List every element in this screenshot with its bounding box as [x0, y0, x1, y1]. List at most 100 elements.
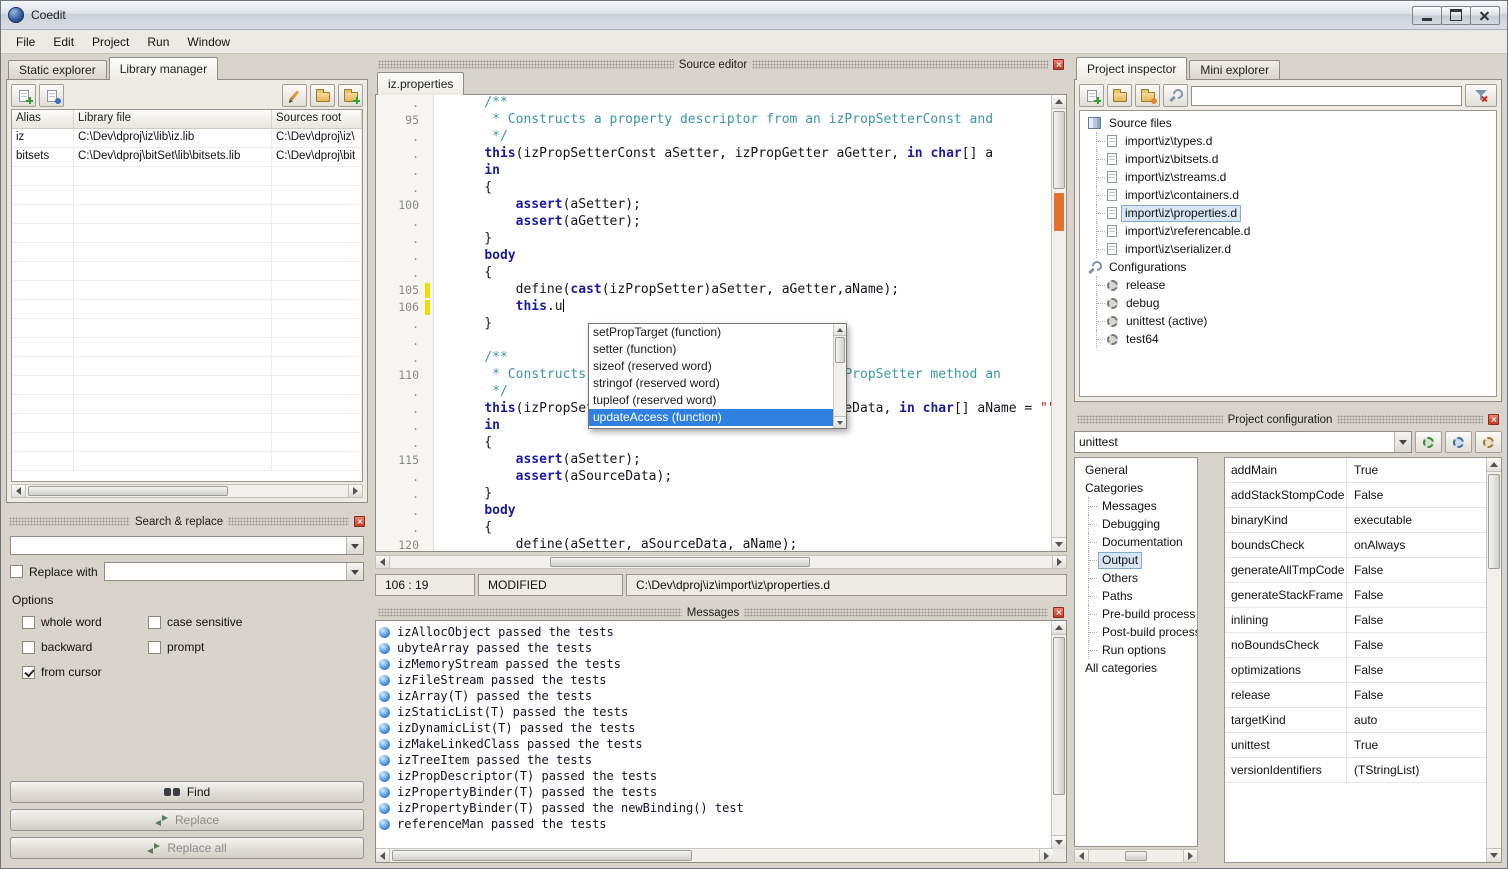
- property-row-optimizations[interactable]: optimizationsFalse: [1225, 658, 1486, 683]
- tab-mini-explorer[interactable]: Mini explorer: [1189, 60, 1280, 79]
- tree-configuration-unittest-active[interactable]: unittest (active): [1096, 312, 1496, 330]
- clear-filter-button[interactable]: [1465, 84, 1497, 107]
- tab-static-explorer[interactable]: Static explorer: [8, 60, 107, 79]
- tree-file-import-iz-containers-d[interactable]: import\iz\containers.d: [1096, 186, 1496, 204]
- tree-configuration-test64[interactable]: test64: [1096, 330, 1496, 348]
- property-row-targetkind[interactable]: targetKindauto: [1225, 708, 1486, 733]
- library-row[interactable]: izC:\Dev\dproj\iz\lib\iz.libC:\Dev\dproj…: [12, 129, 362, 148]
- property-row-unittest[interactable]: unittestTrue: [1225, 733, 1486, 758]
- messages-horizontal-scrollbar[interactable]: [376, 848, 1053, 862]
- add-library-button[interactable]: [11, 84, 36, 107]
- menu-project[interactable]: Project: [83, 32, 138, 52]
- menu-file[interactable]: File: [7, 32, 44, 52]
- search-term-combobox[interactable]: [10, 536, 364, 555]
- message-row[interactable]: izMakeLinkedClass passed the tests: [379, 736, 1050, 752]
- close-panel-icon[interactable]: [1053, 607, 1064, 618]
- replace-input[interactable]: [105, 563, 346, 580]
- option-case-sensitive[interactable]: case sensitive: [148, 615, 364, 629]
- message-row[interactable]: izStaticList(T) passed the tests: [379, 704, 1050, 720]
- property-row-boundscheck[interactable]: boundsCheckonAlways: [1225, 533, 1486, 558]
- message-row[interactable]: referenceMan passed the tests: [379, 816, 1050, 832]
- category-output[interactable]: Output: [1088, 551, 1197, 569]
- property-row-release[interactable]: releaseFalse: [1225, 683, 1486, 708]
- maximize-button[interactable]: [1441, 6, 1471, 25]
- add-file-button[interactable]: [1079, 84, 1104, 107]
- library-row[interactable]: bitsetsC:\Dev\dproj\bitSet\lib\bitsets.l…: [12, 148, 362, 167]
- tree-file-import-iz-serializer-d[interactable]: import\iz\serializer.d: [1096, 240, 1496, 258]
- message-row[interactable]: izFileStream passed the tests: [379, 672, 1050, 688]
- tree-file-import-iz-properties-d[interactable]: import\iz\properties.d: [1096, 204, 1496, 222]
- completion-scrollbar[interactable]: [833, 324, 846, 428]
- category-pre-build-process[interactable]: Pre-build process: [1088, 605, 1197, 623]
- column-header-alias[interactable]: Alias: [12, 110, 74, 128]
- category-post-build-process[interactable]: Post-build process: [1088, 623, 1197, 641]
- category-paths[interactable]: Paths: [1088, 587, 1197, 605]
- property-row-generatealltmpcode[interactable]: generateAllTmpCodeFalse: [1225, 558, 1486, 583]
- property-row-inlining[interactable]: inliningFalse: [1225, 608, 1486, 633]
- code-editor[interactable]: .95....100....105106...110....115....120…: [375, 94, 1067, 552]
- completion-item[interactable]: sizeof (reserved word): [589, 358, 833, 375]
- open-library-file-button[interactable]: [310, 84, 335, 107]
- completion-item[interactable]: setPropTarget (function): [589, 324, 833, 341]
- column-header-library-file[interactable]: Library file: [74, 110, 272, 128]
- find-button[interactable]: Find: [10, 781, 364, 803]
- tab-iz-properties[interactable]: iz.properties: [377, 72, 464, 94]
- tree-file-import-iz-bitsets-d[interactable]: import\iz\bitsets.d: [1096, 150, 1496, 168]
- tree-file-import-iz-types-d[interactable]: import\iz\types.d: [1096, 132, 1496, 150]
- option-prompt[interactable]: prompt: [148, 640, 364, 654]
- inspector-filter-input[interactable]: [1191, 86, 1462, 106]
- tree-node-configurations[interactable]: Configurations: [1084, 258, 1496, 276]
- tree-node-source-files[interactable]: Source files: [1084, 114, 1496, 132]
- message-row[interactable]: izDynamicList(T) passed the tests: [379, 720, 1050, 736]
- close-panel-icon[interactable]: [1488, 414, 1499, 425]
- open-folder-button[interactable]: [1107, 84, 1132, 107]
- message-row[interactable]: izMemoryStream passed the tests: [379, 656, 1050, 672]
- message-row[interactable]: izPropertyBinder(T) passed the tests: [379, 784, 1050, 800]
- inspector-settings-button[interactable]: [1163, 84, 1188, 107]
- add-sources-root-button[interactable]: [338, 84, 363, 107]
- remove-file-button[interactable]: [1135, 84, 1160, 107]
- add-configuration-button[interactable]: [1415, 431, 1442, 453]
- tree-file-import-iz-referencable-d[interactable]: import\iz\referencable.d: [1096, 222, 1496, 240]
- replace-term-combobox[interactable]: [104, 562, 364, 581]
- message-row[interactable]: izTreeItem passed the tests: [379, 752, 1050, 768]
- dropdown-arrow-icon[interactable]: [346, 563, 363, 580]
- remove-configuration-button[interactable]: [1475, 431, 1502, 453]
- tab-project-inspector[interactable]: Project inspector: [1076, 57, 1187, 79]
- property-row-noboundscheck[interactable]: noBoundsCheckFalse: [1225, 633, 1486, 658]
- category-run-options[interactable]: Run options: [1088, 641, 1197, 659]
- category-others[interactable]: Others: [1088, 569, 1197, 587]
- property-row-binarykind[interactable]: binaryKindexecutable: [1225, 508, 1486, 533]
- replace-with-checkbox[interactable]: [10, 565, 23, 578]
- property-grid-vertical-scrollbar[interactable]: [1486, 458, 1501, 862]
- property-row-versionidentifiers[interactable]: versionIdentifiers(TStringList): [1225, 758, 1486, 783]
- category-all-categories[interactable]: All categories: [1077, 659, 1197, 677]
- minimize-button[interactable]: [1412, 6, 1442, 25]
- editor-gutter[interactable]: .95....100....105106...110....115....120: [376, 95, 434, 551]
- tree-file-import-iz-streams-d[interactable]: import\iz\streams.d: [1096, 168, 1496, 186]
- category-horizontal-scrollbar[interactable]: [1074, 849, 1198, 863]
- configuration-combobox[interactable]: unittest: [1074, 431, 1412, 453]
- close-panel-icon[interactable]: [354, 516, 365, 527]
- editor-horizontal-scrollbar[interactable]: [375, 555, 1067, 569]
- completion-item[interactable]: updateAccess (function): [589, 409, 833, 426]
- close-button[interactable]: [1470, 6, 1500, 25]
- menu-edit[interactable]: Edit: [44, 32, 83, 52]
- save-libraries-button[interactable]: [39, 84, 64, 107]
- category-messages[interactable]: Messages: [1088, 497, 1197, 515]
- tree-configuration-release[interactable]: release: [1096, 276, 1496, 294]
- property-row-addmain[interactable]: addMainTrue: [1225, 458, 1486, 483]
- close-panel-icon[interactable]: [1053, 59, 1064, 70]
- option-whole-word[interactable]: whole word: [22, 615, 142, 629]
- category-debugging[interactable]: Debugging: [1088, 515, 1197, 533]
- dropdown-arrow-icon[interactable]: [346, 537, 363, 554]
- replace-all-button[interactable]: Replace all: [10, 837, 364, 859]
- property-row-generatestackframe[interactable]: generateStackFrameFalse: [1225, 583, 1486, 608]
- editor-vertical-scrollbar[interactable]: [1051, 95, 1066, 551]
- message-row[interactable]: izPropDescriptor(T) passed the tests: [379, 768, 1050, 784]
- completion-item[interactable]: tupleof (reserved word): [589, 392, 833, 409]
- dropdown-arrow-icon[interactable]: [1394, 432, 1411, 452]
- message-row[interactable]: izAllocObject passed the tests: [379, 624, 1050, 640]
- message-row[interactable]: ubyteArray passed the tests: [379, 640, 1050, 656]
- property-row-addstackstompcode[interactable]: addStackStompCodeFalse: [1225, 483, 1486, 508]
